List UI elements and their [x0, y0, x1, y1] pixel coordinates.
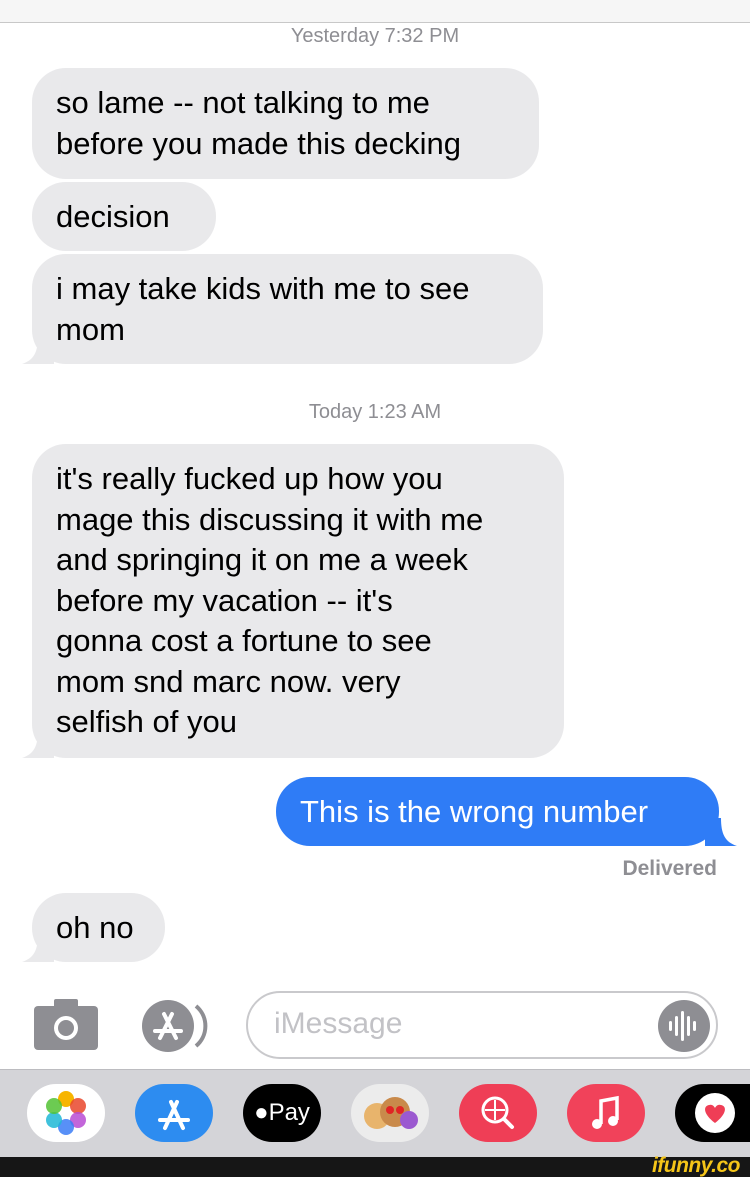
message-line: before you made this decking: [56, 125, 461, 161]
bubble-tail-icon: [22, 934, 54, 962]
delivered-status: Delivered: [622, 857, 717, 880]
message-line: selfish of you: [56, 704, 237, 739]
message-line: gonna cost a fortune to see: [56, 623, 432, 658]
message-line: and springing it on me a week: [56, 542, 468, 577]
message-line: mom: [56, 311, 125, 347]
message-line: mom snd marc now. very: [56, 663, 401, 699]
audio-message-button[interactable]: [658, 1000, 710, 1052]
camera-icon[interactable]: [34, 998, 98, 1050]
music-app-icon[interactable]: [567, 1084, 645, 1142]
status-bar: [0, 0, 750, 23]
message-line: before my vacation -- it's: [56, 582, 393, 618]
search-images-app-icon[interactable]: [459, 1084, 537, 1142]
apple-logo-icon: ●: [254, 1099, 269, 1126]
bubble-tail-outgoing-icon: [705, 818, 737, 846]
bubble-tail-icon: [22, 730, 54, 758]
timestamp-yesterday: Yesterday 7:32 PM: [290, 25, 460, 47]
apple-pay-button[interactable]: ●Pay: [243, 1084, 321, 1142]
message-bubble-incoming[interactable]: so lame -- not talking to me before you …: [32, 68, 539, 179]
bubble-tail-icon: [22, 336, 54, 364]
message-line: decision: [56, 199, 170, 234]
app-tray: ●Pay: [0, 1069, 750, 1158]
imessage-placeholder: iMessage: [274, 1007, 403, 1040]
message-line: so lame -- not talking to me: [56, 85, 430, 120]
photos-app-icon[interactable]: [27, 1084, 105, 1142]
timestamp-today: Today 1:23 AM: [308, 401, 442, 423]
message-line: oh no: [56, 910, 134, 945]
message-line: it's really fucked up how you: [56, 461, 443, 496]
digital-touch-app-icon[interactable]: [675, 1084, 750, 1142]
message-bubble-incoming[interactable]: it's really fucked up how you mage this …: [32, 444, 564, 758]
waveform-icon: [669, 1011, 696, 1041]
ifunny-watermark: ifunny.co: [651, 1154, 741, 1177]
message-bubble-incoming[interactable]: decision: [32, 182, 216, 251]
apple-pay-label: Pay: [268, 1099, 310, 1126]
message-line: i may take kids with me to see: [56, 271, 470, 306]
message-line: This is the wrong number: [300, 794, 649, 829]
app-store-icon[interactable]: [138, 998, 214, 1054]
message-bubble-incoming[interactable]: i may take kids with me to see mom: [32, 254, 543, 364]
memoji-app-icon[interactable]: [351, 1084, 429, 1142]
message-bubble-outgoing[interactable]: This is the wrong number: [276, 777, 719, 846]
message-line: mage this discussing it with me: [56, 501, 484, 537]
app-store-tray-icon[interactable]: [135, 1084, 213, 1142]
footer-bar: ifunny.co: [0, 1154, 750, 1177]
imessage-input[interactable]: iMessage: [246, 991, 718, 1059]
